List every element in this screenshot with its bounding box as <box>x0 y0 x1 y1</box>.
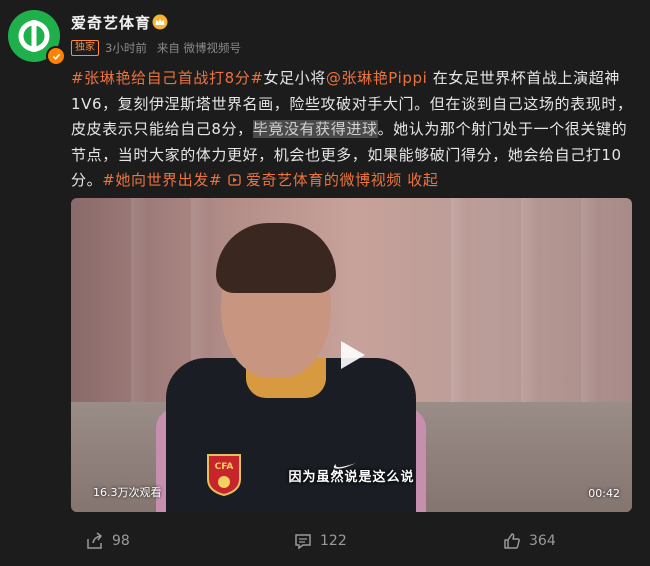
post-meta: 独家 3小时前 来自 微博视频号 <box>71 40 241 56</box>
action-bar: 98 122 364 <box>0 522 650 562</box>
weibo-post: 爱奇艺体育 独家 3小时前 来自 微博视频号 #张琳艳给自己首战打8分#女足小将… <box>0 0 650 566</box>
verified-badge-icon <box>46 46 66 66</box>
share-icon <box>87 532 103 549</box>
crown-icon <box>152 14 168 30</box>
post-time[interactable]: 3小时前 <box>105 40 147 56</box>
video-duration: 00:42 <box>588 487 620 500</box>
play-icon[interactable] <box>333 337 369 373</box>
video-player[interactable]: CFA 因为虽然说是这么说 16.3万次观看 00:42 <box>71 198 632 512</box>
comment-icon <box>295 534 311 550</box>
video-link[interactable]: 爱奇艺体育的微博视频 <box>227 171 402 189</box>
author-name[interactable]: 爱奇艺体育 <box>71 12 151 33</box>
post-text: #张琳艳给自己首战打8分#女足小将@张琳艳Pippi 在女足世界杯首战上演超神1… <box>71 66 637 194</box>
post-text-segment: 女足小将 <box>263 69 326 87</box>
view-count: 16.3万次观看 <box>93 486 162 499</box>
mention-link[interactable]: @张琳艳Pippi <box>326 69 428 87</box>
share-count: 98 <box>112 533 130 549</box>
share-button[interactable]: 98 <box>86 532 130 550</box>
iqiyi-logo-icon <box>18 20 50 52</box>
post-source: 来自 微博视频号 <box>156 41 241 55</box>
highlighted-text: 毕竟没有获得进球 <box>252 120 378 138</box>
like-count: 364 <box>529 533 556 549</box>
video-subtitle: 因为虽然说是这么说 <box>288 470 415 485</box>
exclusive-badge: 独家 <box>71 40 99 56</box>
person-hair <box>216 223 336 293</box>
collapse-link[interactable]: 收起 <box>407 171 438 189</box>
comment-count: 122 <box>320 533 347 549</box>
thumbs-up-icon <box>504 533 520 549</box>
like-button[interactable]: 364 <box>503 532 556 550</box>
comment-button[interactable]: 122 <box>294 532 347 550</box>
hashtag-link[interactable]: #张琳艳给自己首战打8分# <box>71 69 263 87</box>
video-icon <box>227 174 241 186</box>
hashtag-link-2[interactable]: #她向世界出发# <box>102 171 222 189</box>
